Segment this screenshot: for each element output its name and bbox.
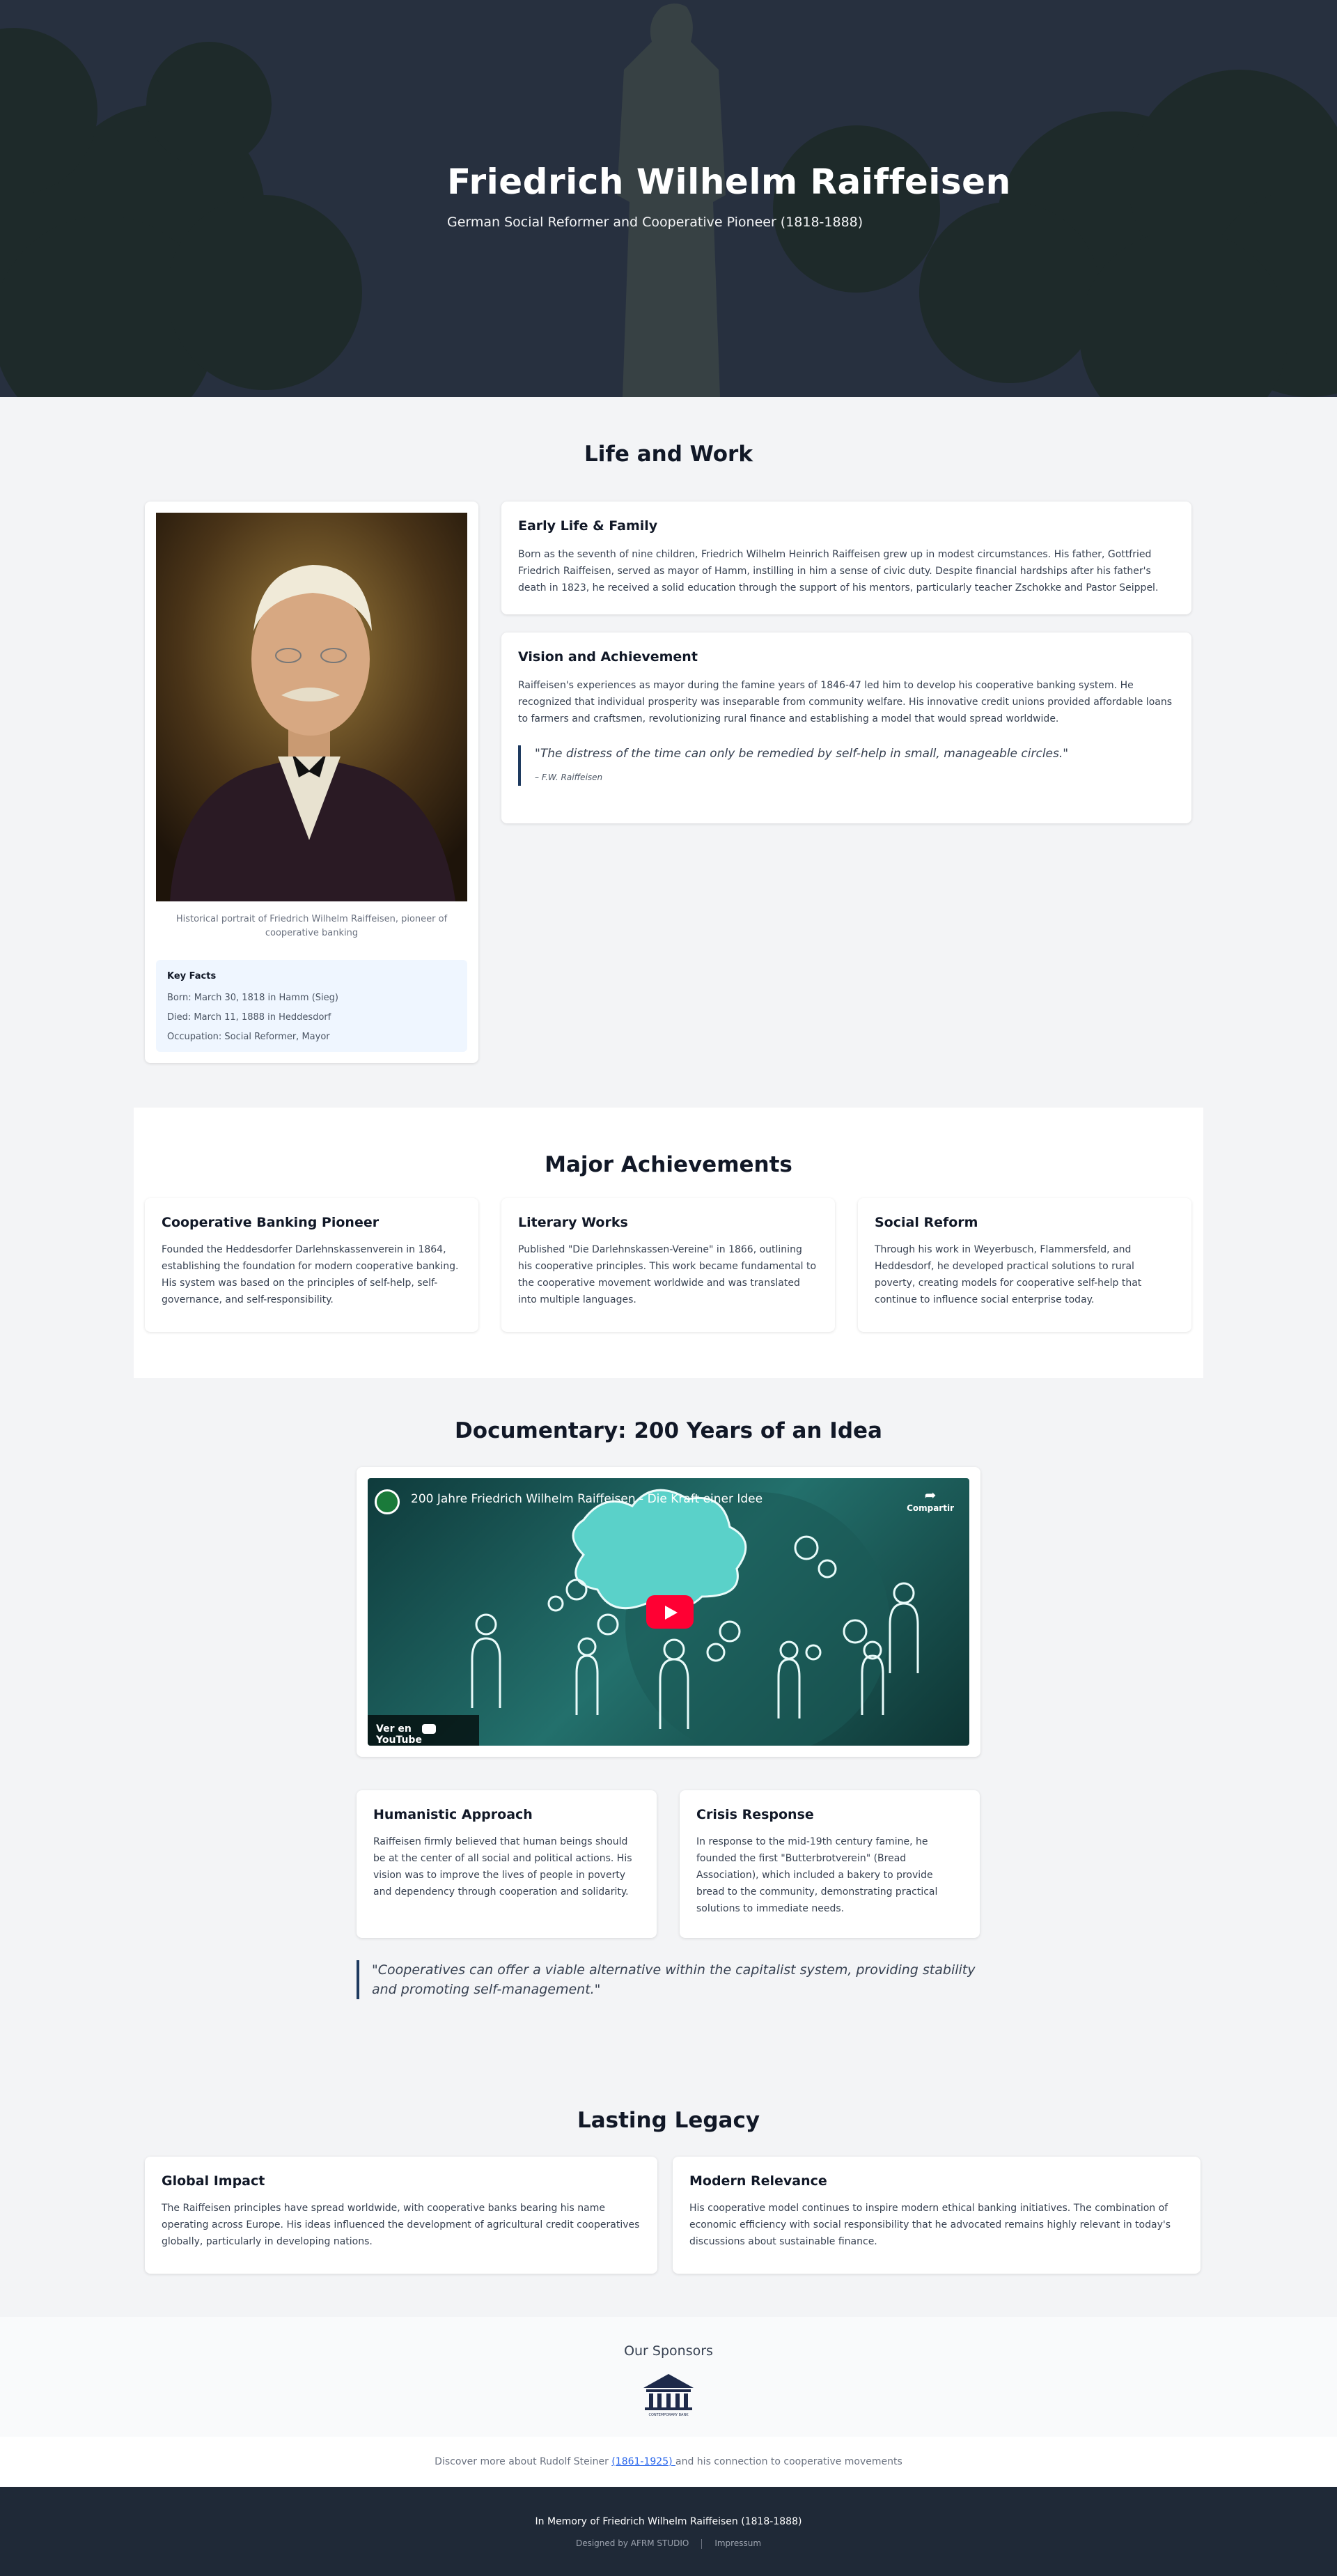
vision-heading: Vision and Achievement bbox=[518, 649, 698, 665]
channel-logo-icon[interactable] bbox=[375, 1489, 400, 1514]
footer: In Memory of Friedrich Wilhelm Raiffeise… bbox=[0, 2487, 1337, 2576]
hero-title: Friedrich Wilhelm Raiffeisen bbox=[447, 162, 1011, 202]
card-text: Raiffeisen firmly believed that human be… bbox=[373, 1836, 632, 1898]
key-fact-born: Born: March 30, 1818 in Hamm (Sieg) bbox=[167, 993, 338, 1003]
cooperatives-quote: "Cooperatives can offer a viable alterna… bbox=[357, 1960, 980, 1999]
watch-on-youtube-button[interactable]: Ver en YouTube bbox=[368, 1715, 479, 1746]
hero-content: Friedrich Wilhelm Raiffeisen German Soci… bbox=[447, 162, 1011, 230]
documentary-title: Documentary: 200 Years of an Idea bbox=[455, 1418, 882, 1443]
early-life-card: Early Life & Family Born as the seventh … bbox=[501, 502, 1191, 614]
crisis-response-card: Crisis Response In response to the mid-1… bbox=[680, 1790, 980, 1938]
footer-memorial: In Memory of Friedrich Wilhelm Raiffeise… bbox=[535, 2516, 802, 2527]
sponsor-logo-text: CONTEMPORARY BANK bbox=[648, 2413, 689, 2417]
portrait-caption: Historical portrait of Friedrich Wilhelm… bbox=[175, 914, 448, 938]
hero-banner: Friedrich Wilhelm Raiffeisen German Soci… bbox=[0, 0, 1337, 397]
discover-bar: Discover more about Rudolf Steiner (1861… bbox=[0, 2437, 1337, 2487]
key-facts-box: Key Facts Born: March 30, 1818 in Hamm (… bbox=[156, 960, 467, 1052]
achievement-heading: Literary Works bbox=[518, 1215, 628, 1230]
card-heading: Modern Relevance bbox=[689, 2173, 827, 2189]
video-player[interactable]: 200 Jahre Friedrich Wilhelm Raiffeisen -… bbox=[368, 1478, 969, 1746]
designed-by-link[interactable]: Designed by AFRM STUDIO bbox=[576, 2538, 689, 2548]
key-facts-heading: Key Facts bbox=[167, 971, 217, 981]
achievement-card-social-reform: Social Reform Through his work in Weyerb… bbox=[858, 1198, 1191, 1332]
vision-text: Raiffeisen's experiences as mayor during… bbox=[518, 680, 1173, 724]
rudolf-steiner-link[interactable]: (1861-1925) bbox=[611, 2456, 675, 2467]
card-heading: Crisis Response bbox=[696, 1807, 814, 1822]
play-button[interactable] bbox=[646, 1595, 694, 1629]
modern-relevance-card: Modern Relevance His cooperative model c… bbox=[673, 2157, 1201, 2274]
footer-credits: Designed by AFRM STUDIO Impressum bbox=[0, 2538, 1337, 2549]
footer-divider bbox=[701, 2538, 703, 2549]
sponsors-title: Our Sponsors bbox=[624, 2343, 713, 2359]
achievement-text: Published "Die Darlehnskassen-Vereine" i… bbox=[518, 1244, 817, 1305]
achievement-heading: Social Reform bbox=[875, 1215, 978, 1230]
life-section-title: Life and Work bbox=[584, 442, 753, 467]
sponsor-logo-icon[interactable]: CONTEMPORARY BANK bbox=[639, 2371, 698, 2417]
early-life-heading: Early Life & Family bbox=[518, 518, 658, 534]
vision-card: Vision and Achievement Raiffeisen's expe… bbox=[501, 633, 1191, 823]
youtube-label: YouTube bbox=[376, 1735, 422, 1746]
achievement-heading: Cooperative Banking Pioneer bbox=[162, 1215, 380, 1230]
cooperatives-quote-text: "Cooperatives can offer a viable alterna… bbox=[372, 1962, 976, 1997]
key-fact-occupation: Occupation: Social Reformer, Mayor bbox=[167, 1032, 330, 1042]
sponsors-section: Our Sponsors CONTEMPORARY BANK bbox=[0, 2317, 1337, 2437]
video-card: 200 Jahre Friedrich Wilhelm Raiffeisen -… bbox=[357, 1467, 980, 1757]
share-icon: ➦ bbox=[924, 1487, 937, 1503]
achievement-text: Founded the Heddesdorfer Darlehnskassenv… bbox=[162, 1244, 459, 1305]
card-text: In response to the mid-19th century fami… bbox=[696, 1836, 938, 1914]
vision-quote: "The distress of the time can only be re… bbox=[518, 745, 1175, 786]
card-text: His cooperative model continues to inspi… bbox=[689, 2203, 1171, 2247]
watch-on-label: Ver en bbox=[376, 1723, 412, 1735]
discover-prefix: Discover more about Rudolf Steiner bbox=[435, 2456, 612, 2467]
video-title[interactable]: 200 Jahre Friedrich Wilhelm Raiffeisen -… bbox=[411, 1492, 763, 1506]
share-label: Compartir bbox=[907, 1503, 954, 1513]
achievement-card-banking: Cooperative Banking Pioneer Founded the … bbox=[145, 1198, 478, 1332]
card-heading: Global Impact bbox=[162, 2173, 265, 2189]
key-fact-died: Died: March 11, 1888 in Heddesdorf bbox=[167, 1012, 331, 1023]
discover-suffix: and his connection to cooperative moveme… bbox=[675, 2456, 902, 2467]
achievement-card-literary: Literary Works Published "Die Darlehnska… bbox=[501, 1198, 835, 1332]
impressum-link[interactable]: Impressum bbox=[714, 2538, 761, 2548]
legacy-title: Lasting Legacy bbox=[577, 2108, 760, 2133]
share-button[interactable]: ➦ Compartir bbox=[907, 1487, 954, 1513]
hero-subtitle: German Social Reformer and Cooperative P… bbox=[447, 215, 863, 230]
card-text: The Raiffeisen principles have spread wo… bbox=[162, 2203, 640, 2247]
portrait-card: Historical portrait of Friedrich Wilhelm… bbox=[145, 502, 478, 1063]
achievement-text: Through his work in Weyerbusch, Flammers… bbox=[875, 1244, 1142, 1305]
portrait-image bbox=[156, 513, 467, 901]
achievements-title: Major Achievements bbox=[545, 1152, 792, 1177]
vision-quote-text: "The distress of the time can only be re… bbox=[535, 747, 1069, 761]
vision-quote-author: – F.W. Raiffeisen bbox=[535, 773, 603, 782]
youtube-logo-icon bbox=[421, 1724, 436, 1734]
global-impact-card: Global Impact The Raiffeisen principles … bbox=[145, 2157, 657, 2274]
card-heading: Humanistic Approach bbox=[373, 1807, 533, 1822]
humanistic-approach-card: Humanistic Approach Raiffeisen firmly be… bbox=[357, 1790, 657, 1938]
early-life-text: Born as the seventh of nine children, Fr… bbox=[518, 549, 1159, 593]
